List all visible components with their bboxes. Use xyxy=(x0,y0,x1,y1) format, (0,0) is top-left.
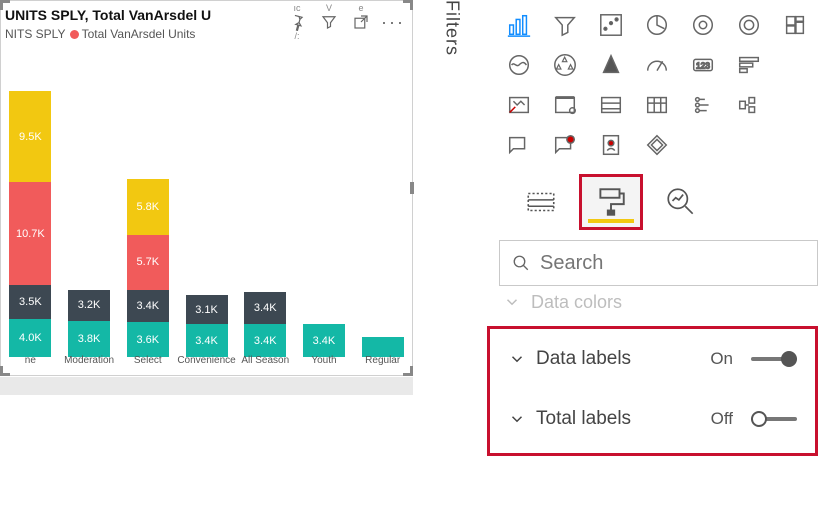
matrix-icon[interactable] xyxy=(637,88,677,122)
globe-map-icon[interactable] xyxy=(499,48,539,82)
multi-row-card-icon[interactable] xyxy=(729,48,769,82)
property-data-labels[interactable]: Data labels On xyxy=(490,329,815,389)
bar-segment[interactable]: 3.1K xyxy=(186,295,228,325)
power-apps-icon[interactable] xyxy=(637,128,677,162)
format-tab[interactable] xyxy=(579,174,643,230)
treemap-icon[interactable] xyxy=(775,8,815,42)
property-label: Total labels xyxy=(536,408,631,430)
donut-chart-icon[interactable] xyxy=(683,8,723,42)
decomposition-tree-icon[interactable] xyxy=(729,88,769,122)
legend-dot-icon xyxy=(70,30,79,39)
gauge-icon[interactable] xyxy=(637,48,677,82)
ellipsis-icon: ··· xyxy=(381,13,405,31)
pin-icon xyxy=(288,13,306,31)
kpi-icon[interactable] xyxy=(499,88,539,122)
popout-icon xyxy=(352,13,370,31)
filter-button[interactable]: V xyxy=(314,3,344,41)
property-data-colors[interactable]: Data colors xyxy=(485,286,832,318)
property-label: Data labels xyxy=(536,348,631,370)
gauge-ring-icon[interactable] xyxy=(729,8,769,42)
bar-segment[interactable]: 3.4K xyxy=(244,324,286,357)
search-icon xyxy=(512,252,530,274)
bar-segment[interactable]: 9.5K xyxy=(9,91,51,182)
chart-visual[interactable]: UNITS SPLY, Total VanArsdel U NITS SPLY … xyxy=(0,0,413,376)
table-icon[interactable] xyxy=(591,88,631,122)
focus-mode-button[interactable]: e xyxy=(346,3,376,41)
fields-icon xyxy=(524,185,558,219)
bar-segment[interactable]: 3.2K xyxy=(68,290,110,321)
bar-segment[interactable]: 3.4K xyxy=(303,324,345,357)
visual-header: UNITS SPLY, Total VanArsdel U NITS SPLY … xyxy=(1,1,412,59)
category-label: Moderation xyxy=(60,355,119,373)
property-label: Data colors xyxy=(531,292,622,313)
svg-text:123: 123 xyxy=(696,61,710,71)
table-filter-icon[interactable] xyxy=(545,88,585,122)
bar-segment[interactable]: 5.8K xyxy=(127,179,169,235)
format-search[interactable] xyxy=(499,240,818,286)
arcgis-map-icon[interactable] xyxy=(591,128,631,162)
search-input[interactable] xyxy=(540,252,805,275)
more-options-button[interactable]: ··· xyxy=(378,3,408,41)
chevron-down-icon xyxy=(503,293,521,311)
bar-segment[interactable]: 3.8K xyxy=(68,321,110,357)
category-label: Youth xyxy=(295,355,354,373)
property-total-labels[interactable]: Total labels Off xyxy=(490,389,815,449)
stacked-column-chart-icon[interactable] xyxy=(499,8,539,42)
bar-segment[interactable]: 10.7K xyxy=(9,182,51,285)
chart-plot-area: 4.0K3.5K10.7K9.5K3.8K3.2K3.6K3.4K5.7K5.8… xyxy=(1,59,412,357)
shape-map-icon[interactable] xyxy=(591,48,631,82)
visualization-type-grid: 123 xyxy=(485,6,832,170)
chevron-down-icon xyxy=(508,350,526,368)
bar-segment[interactable]: 3.6K xyxy=(127,322,169,357)
bar-segment[interactable]: 3.4K xyxy=(186,324,228,357)
category-label: ne xyxy=(1,355,60,373)
scatter-chart-icon[interactable] xyxy=(591,8,631,42)
smart-narrative-icon[interactable] xyxy=(545,128,585,162)
pin-button[interactable]: ıc /: xyxy=(282,3,312,41)
filled-map-icon[interactable] xyxy=(545,48,585,82)
visual-toolbar: ıc /: V e ··· xyxy=(276,3,408,41)
toggle-state-label: On xyxy=(710,349,733,369)
bar-segment[interactable]: 5.7K xyxy=(127,235,169,290)
key-influencers-icon[interactable] xyxy=(683,88,723,122)
chevron-down-icon xyxy=(508,410,526,428)
category-label: Convenience xyxy=(177,355,236,373)
category-label: Regular xyxy=(353,355,412,373)
filters-pane-toggle[interactable]: Filters xyxy=(432,0,472,82)
qa-icon[interactable] xyxy=(499,128,539,162)
canvas-background xyxy=(0,377,413,395)
analytics-icon xyxy=(664,185,698,219)
card-icon[interactable]: 123 xyxy=(683,48,723,82)
visualizations-pane: 123 Data colors Data labels On Total lab… xyxy=(485,0,832,521)
filters-label: Filters xyxy=(442,0,463,56)
bar-segment[interactable]: 3.5K xyxy=(9,285,51,319)
paint-roller-icon xyxy=(594,185,628,219)
total-labels-toggle[interactable] xyxy=(751,410,797,428)
format-tabs xyxy=(485,170,832,234)
fields-tab[interactable] xyxy=(509,174,573,230)
bar-segment[interactable]: 3.4K xyxy=(127,290,169,323)
bar-segment[interactable] xyxy=(362,337,404,357)
data-labels-toggle[interactable] xyxy=(751,350,797,368)
category-label: All Season xyxy=(236,355,295,373)
toggle-state-label: Off xyxy=(711,409,733,429)
x-axis-labels: neModerationSelectConvenienceAll SeasonY… xyxy=(1,355,412,373)
bar-segment[interactable]: 3.4K xyxy=(244,292,286,325)
pie-chart-icon[interactable] xyxy=(637,8,677,42)
funnel-icon xyxy=(320,13,338,31)
bar-segment[interactable]: 4.0K xyxy=(9,319,51,357)
highlight-box: Data labels On Total labels Off xyxy=(487,326,818,456)
category-label: Select xyxy=(118,355,177,373)
slicer-icon[interactable] xyxy=(545,8,585,42)
analytics-tab[interactable] xyxy=(649,174,713,230)
